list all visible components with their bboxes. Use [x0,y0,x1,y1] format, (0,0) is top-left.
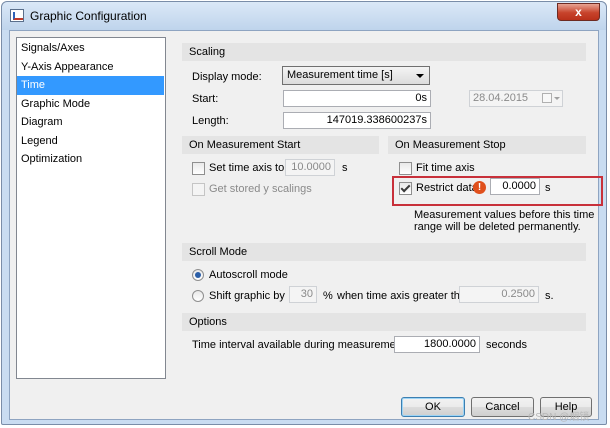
get-stored-scalings-label: Get stored y scalings [209,183,312,195]
display-mode-dropdown[interactable]: Measurement time [s] [282,66,430,85]
chevron-down-icon [554,97,560,100]
calendar-icon [542,93,552,103]
get-stored-scalings-checkbox[interactable] [192,183,205,196]
set-time-axis-input[interactable]: 10.0000 [285,159,335,176]
on-stop-section-header: On Measurement Stop [388,136,586,154]
start-input[interactable]: 0s [283,90,431,107]
start-label: Start: [192,93,219,105]
scroll-mode-section-header: Scroll Mode [182,243,586,261]
shift-percent-symbol: % [323,290,333,302]
nav-item-legend[interactable]: Legend [17,132,165,151]
start-date-value: 28.04.2015 [473,92,529,104]
title-bar[interactable]: Graphic Configuration x [2,2,606,30]
watermark: CSDN @烟锁 [528,412,590,423]
start-date-picker[interactable]: 28.04.2015 [469,90,563,107]
set-time-axis-label: Set time axis to [209,162,285,174]
nav-item-diagram[interactable]: Diagram [17,113,165,132]
cancel-button[interactable]: Cancel [471,397,534,417]
set-time-axis-unit: s [342,162,348,174]
shift-graphic-radio[interactable] [192,290,204,302]
nav-item-time[interactable]: Time [17,76,164,95]
window-title: Graphic Configuration [30,9,147,23]
warning-message-line2: range will be deleted permanently. [414,221,581,233]
set-time-axis-checkbox[interactable] [192,162,205,175]
nav-item-y-axis-appearance[interactable]: Y-Axis Appearance [17,58,165,77]
autoscroll-mode-radio[interactable] [192,269,204,281]
scaling-section-header: Scaling [182,43,586,61]
close-button[interactable]: x [557,3,600,21]
options-section-header: Options [182,313,586,331]
on-start-section-header: On Measurement Start [182,136,379,154]
chevron-down-icon [416,74,424,78]
display-mode-label: Display mode: [192,71,262,83]
ok-button[interactable]: OK [401,397,465,417]
warning-icon: ! [473,181,486,194]
display-mode-value: Measurement time [s] [287,69,393,81]
shift-threshold-input[interactable]: 0.2500 [459,286,539,303]
autoscroll-mode-label: Autoscroll mode [209,269,288,281]
restrict-data-label: Restrict data [416,182,478,194]
dialog-client-area: Signals/Axes Y-Axis Appearance Time Grap… [9,30,603,420]
fit-time-axis-checkbox[interactable] [399,162,412,175]
shift-percent-input[interactable]: 30 [289,286,317,303]
length-label: Length: [192,115,229,127]
shift-graphic-label: Shift graphic by [209,290,285,302]
restrict-data-checkbox[interactable] [399,182,412,195]
nav-item-optimization[interactable]: Optimization [17,150,165,169]
nav-item-signals-axes[interactable]: Signals/Axes [17,39,165,58]
length-input[interactable]: 147019.338600237s [283,112,431,129]
category-list[interactable]: Signals/Axes Y-Axis Appearance Time Grap… [16,37,166,379]
time-interval-unit: seconds [486,339,527,351]
nav-item-graphic-mode[interactable]: Graphic Mode [17,95,165,114]
date-picker-button[interactable] [540,91,562,106]
shift-condition-label: when time axis greater than [337,290,473,302]
restrict-data-unit: s [545,182,551,194]
time-interval-input[interactable]: 1800.0000 [394,336,480,353]
dialog-window: Graphic Configuration x Signals/Axes Y-A… [1,1,607,425]
restrict-data-input[interactable]: 0.0000 [490,178,540,195]
graphic-app-icon [10,9,24,22]
close-icon: x [575,5,582,19]
fit-time-axis-label: Fit time axis [416,162,475,174]
time-settings-panel: Scaling Display mode: Measurement time [… [174,37,603,379]
shift-threshold-unit: s. [545,290,554,302]
time-interval-label: Time interval available during measureme… [192,339,409,351]
